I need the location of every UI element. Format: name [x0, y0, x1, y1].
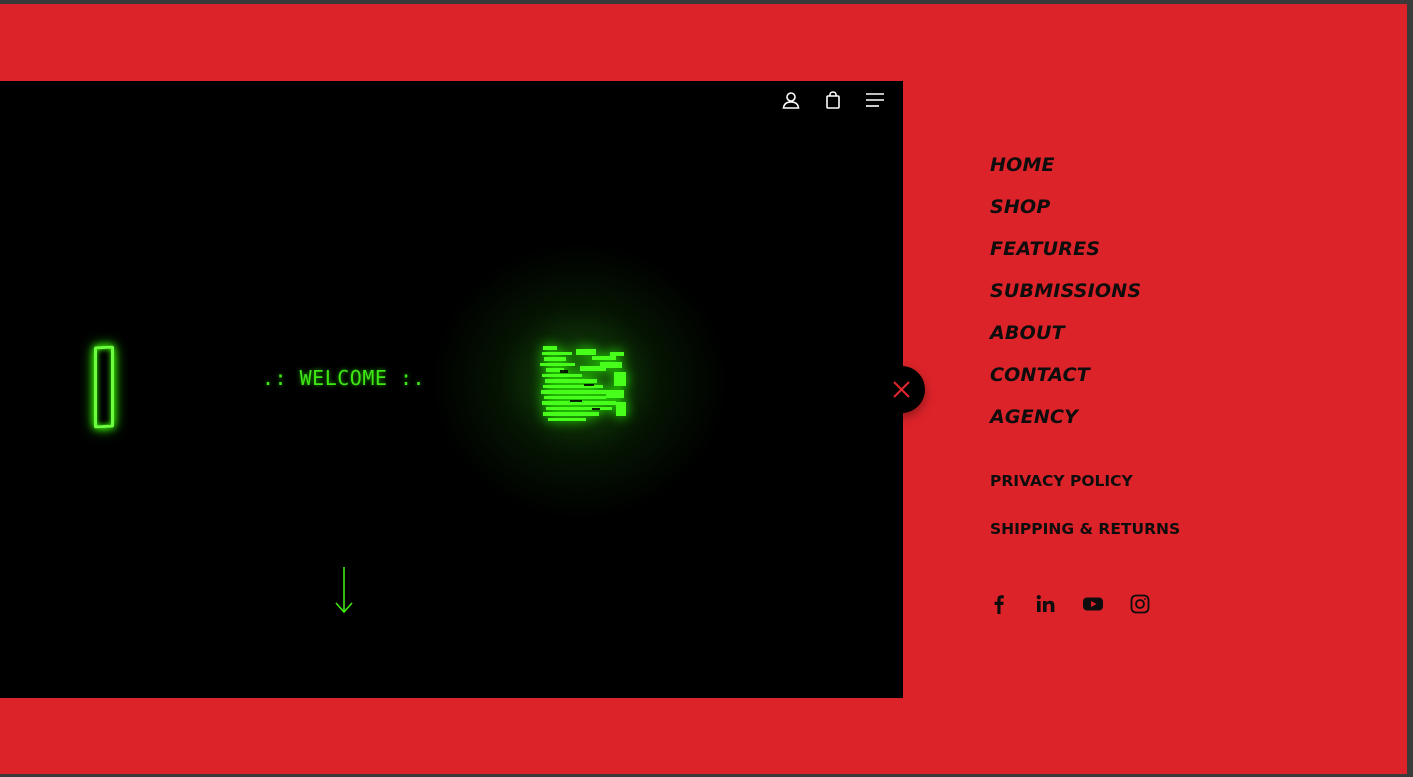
- menu-link-features[interactable]: FEATURES: [990, 238, 1100, 260]
- close-menu-button[interactable]: [878, 366, 925, 413]
- instagram-icon[interactable]: [1129, 593, 1154, 615]
- menu-item-about: ABOUT: [990, 318, 1141, 360]
- facebook-icon[interactable]: [988, 593, 1013, 615]
- main-menu: HOME SHOP FEATURES SUBMISSIONS ABOUT CON…: [990, 150, 1141, 444]
- hamburger-menu-icon[interactable]: [865, 90, 885, 110]
- close-icon: [893, 381, 910, 398]
- menu-link-contact[interactable]: CONTACT: [990, 364, 1090, 386]
- menu-link-home[interactable]: HOME: [990, 154, 1055, 176]
- linkedin-icon[interactable]: [1035, 593, 1060, 615]
- menu-link-agency[interactable]: AGENCY: [990, 406, 1078, 428]
- secondary-menu: PRIVACY POLICY SHIPPING & RETURNS: [990, 470, 1180, 566]
- youtube-icon[interactable]: [1082, 593, 1107, 615]
- secondary-item-shipping: SHIPPING & RETURNS: [990, 518, 1180, 566]
- shopping-bag-icon[interactable]: [823, 90, 843, 110]
- menu-item-contact: CONTACT: [990, 360, 1141, 402]
- hero-section: .: WELCOME :.: [0, 81, 903, 698]
- welcome-text: .: WELCOME :.: [262, 366, 426, 390]
- menu-link-about[interactable]: ABOUT: [990, 322, 1065, 344]
- window-right-border: [1407, 0, 1413, 777]
- neon-bar-graphic: [94, 345, 114, 429]
- menu-link-submissions[interactable]: SUBMISSIONS: [990, 280, 1141, 302]
- user-account-icon[interactable]: [781, 90, 801, 110]
- shipping-returns-link[interactable]: SHIPPING & RETURNS: [990, 520, 1180, 538]
- glitch-logo-graphic: [540, 346, 626, 421]
- secondary-item-privacy: PRIVACY POLICY: [990, 470, 1180, 518]
- header-icons: [781, 90, 885, 110]
- menu-item-agency: AGENCY: [990, 402, 1141, 444]
- menu-item-features: FEATURES: [990, 234, 1141, 276]
- menu-link-shop[interactable]: SHOP: [990, 196, 1050, 218]
- social-links: [988, 593, 1154, 615]
- privacy-policy-link[interactable]: PRIVACY POLICY: [990, 472, 1133, 490]
- menu-item-home: HOME: [990, 150, 1141, 192]
- scroll-down-arrow-icon[interactable]: [332, 565, 356, 615]
- menu-item-shop: SHOP: [990, 192, 1141, 234]
- menu-item-submissions: SUBMISSIONS: [990, 276, 1141, 318]
